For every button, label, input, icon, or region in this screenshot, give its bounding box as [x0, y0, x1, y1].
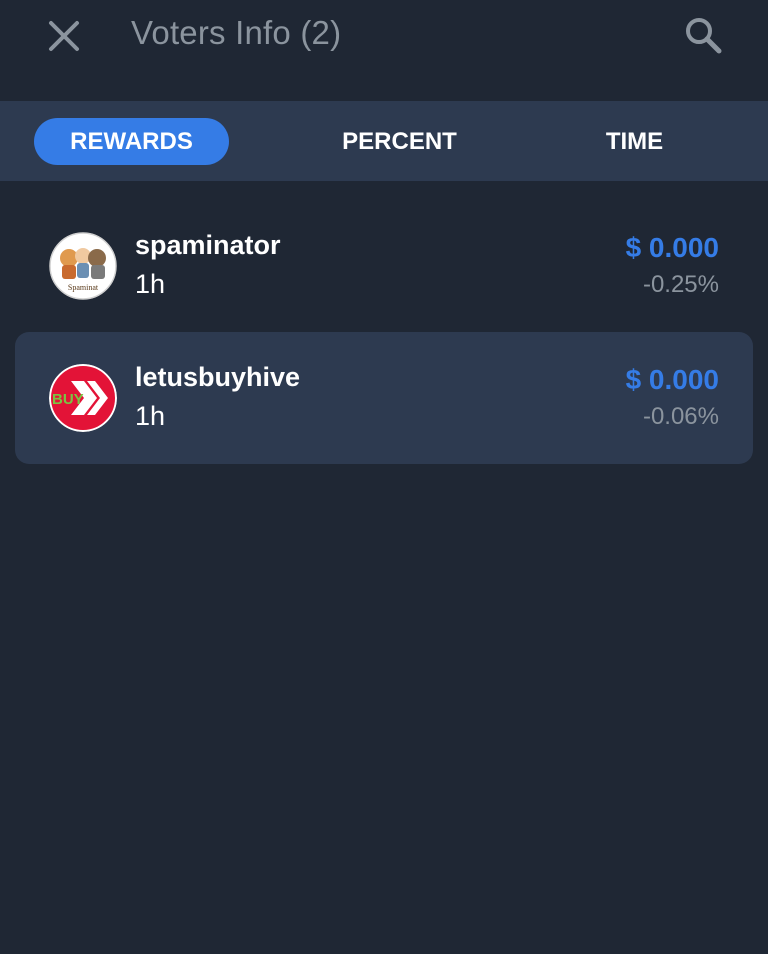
vote-reward: $ 0.000	[625, 232, 719, 263]
page-title: Voters Info (2)	[131, 14, 342, 51]
app-header: Voters Info (2)	[0, 0, 768, 100]
hive-logo-avatar[interactable]: BUY	[49, 364, 117, 432]
close-icon[interactable]	[44, 16, 84, 56]
voter-row[interactable]: Spaminat spaminator 1h $ 0.000 -0.25%	[15, 200, 753, 332]
vote-time: 1h	[135, 401, 166, 431]
sort-tab-bar: REWARDS PERCENT TIME	[0, 101, 768, 181]
voter-name[interactable]: letusbuyhive	[135, 362, 300, 393]
svg-text:BUY: BUY	[52, 391, 84, 408]
vote-percent: -0.25%	[642, 271, 719, 298]
vote-reward: $ 0.000	[625, 364, 719, 395]
search-icon[interactable]	[682, 14, 724, 56]
voter-row[interactable]: BUY letusbuyhive 1h $ 0.000 -0.06%	[15, 332, 753, 464]
tab-time[interactable]: TIME	[537, 118, 732, 165]
voter-name[interactable]: spaminator	[135, 230, 281, 261]
cartoon-avatar[interactable]: Spaminat	[49, 232, 117, 300]
svg-text:Spaminat: Spaminat	[68, 283, 99, 292]
tab-rewards[interactable]: REWARDS	[34, 118, 229, 165]
vote-time: 1h	[135, 269, 166, 299]
vote-percent: -0.06%	[642, 403, 719, 430]
tab-percent[interactable]: PERCENT	[302, 118, 497, 165]
